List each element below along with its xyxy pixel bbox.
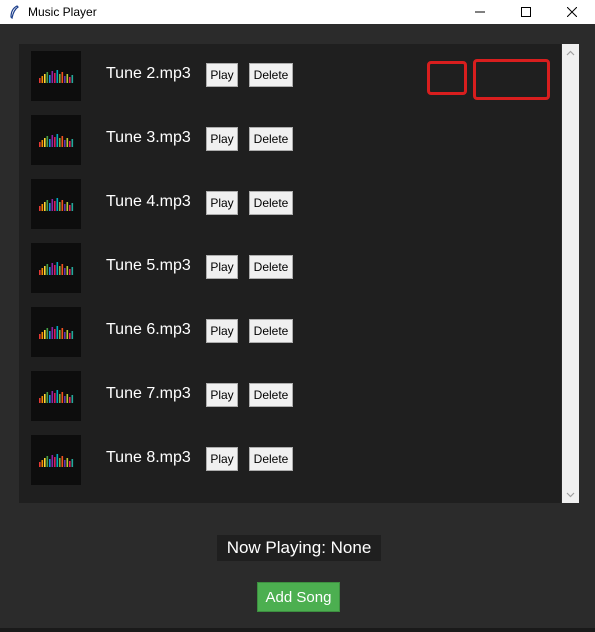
minimize-button[interactable]: [457, 0, 503, 24]
delete-button[interactable]: Delete: [249, 319, 293, 343]
song-list: Tune 2.mp3 Play Delete Tune 3.mp3 Play D…: [19, 44, 561, 503]
play-button[interactable]: Play: [206, 63, 238, 87]
scrollbar[interactable]: [562, 44, 579, 503]
play-button[interactable]: Play: [206, 191, 238, 215]
song-row: Tune 3.mp3 Play Delete: [19, 115, 561, 167]
close-button[interactable]: [549, 0, 595, 24]
delete-button[interactable]: Delete: [249, 127, 293, 151]
song-name: Tune 7.mp3: [106, 385, 191, 402]
minimize-icon: [475, 11, 485, 13]
window-title: Music Player: [28, 5, 97, 19]
maximize-button[interactable]: [503, 0, 549, 24]
song-name: Tune 8.mp3: [106, 449, 191, 466]
song-name: Tune 2.mp3: [106, 65, 191, 82]
annotation-box: [473, 59, 550, 100]
add-song-button[interactable]: Add Song: [257, 582, 340, 612]
play-button[interactable]: Play: [206, 383, 238, 407]
song-row: Tune 8.mp3 Play Delete: [19, 435, 561, 487]
bottom-edge: [0, 628, 595, 632]
annotation-box: [427, 61, 467, 95]
song-name: Tune 3.mp3: [106, 129, 191, 146]
song-row: Tune 4.mp3 Play Delete: [19, 179, 561, 231]
close-icon: [567, 7, 577, 17]
song-name: Tune 6.mp3: [106, 321, 191, 338]
play-button[interactable]: Play: [206, 447, 238, 471]
equalizer-icon: [31, 371, 81, 421]
title-bar: Music Player: [0, 0, 595, 24]
scroll-down-icon[interactable]: [562, 486, 579, 503]
equalizer-icon: [31, 179, 81, 229]
delete-button[interactable]: Delete: [249, 63, 293, 87]
maximize-icon: [521, 7, 531, 17]
play-button[interactable]: Play: [206, 127, 238, 151]
play-button[interactable]: Play: [206, 319, 238, 343]
song-row: Tune 6.mp3 Play Delete: [19, 307, 561, 359]
now-playing-label: Now Playing: None: [217, 535, 381, 561]
equalizer-icon: [31, 243, 81, 293]
delete-button[interactable]: Delete: [249, 191, 293, 215]
song-name: Tune 4.mp3: [106, 193, 191, 210]
feather-icon: [7, 5, 21, 19]
equalizer-icon: [31, 435, 81, 485]
song-name: Tune 5.mp3: [106, 257, 191, 274]
delete-button[interactable]: Delete: [249, 255, 293, 279]
song-row: Tune 5.mp3 Play Delete: [19, 243, 561, 295]
equalizer-icon: [31, 51, 81, 101]
scroll-up-icon[interactable]: [562, 44, 579, 61]
equalizer-icon: [31, 307, 81, 357]
delete-button[interactable]: Delete: [249, 447, 293, 471]
song-row: Tune 7.mp3 Play Delete: [19, 371, 561, 423]
app-body: Tune 2.mp3 Play Delete Tune 3.mp3 Play D…: [0, 24, 595, 628]
delete-button[interactable]: Delete: [249, 383, 293, 407]
play-button[interactable]: Play: [206, 255, 238, 279]
equalizer-icon: [31, 115, 81, 165]
